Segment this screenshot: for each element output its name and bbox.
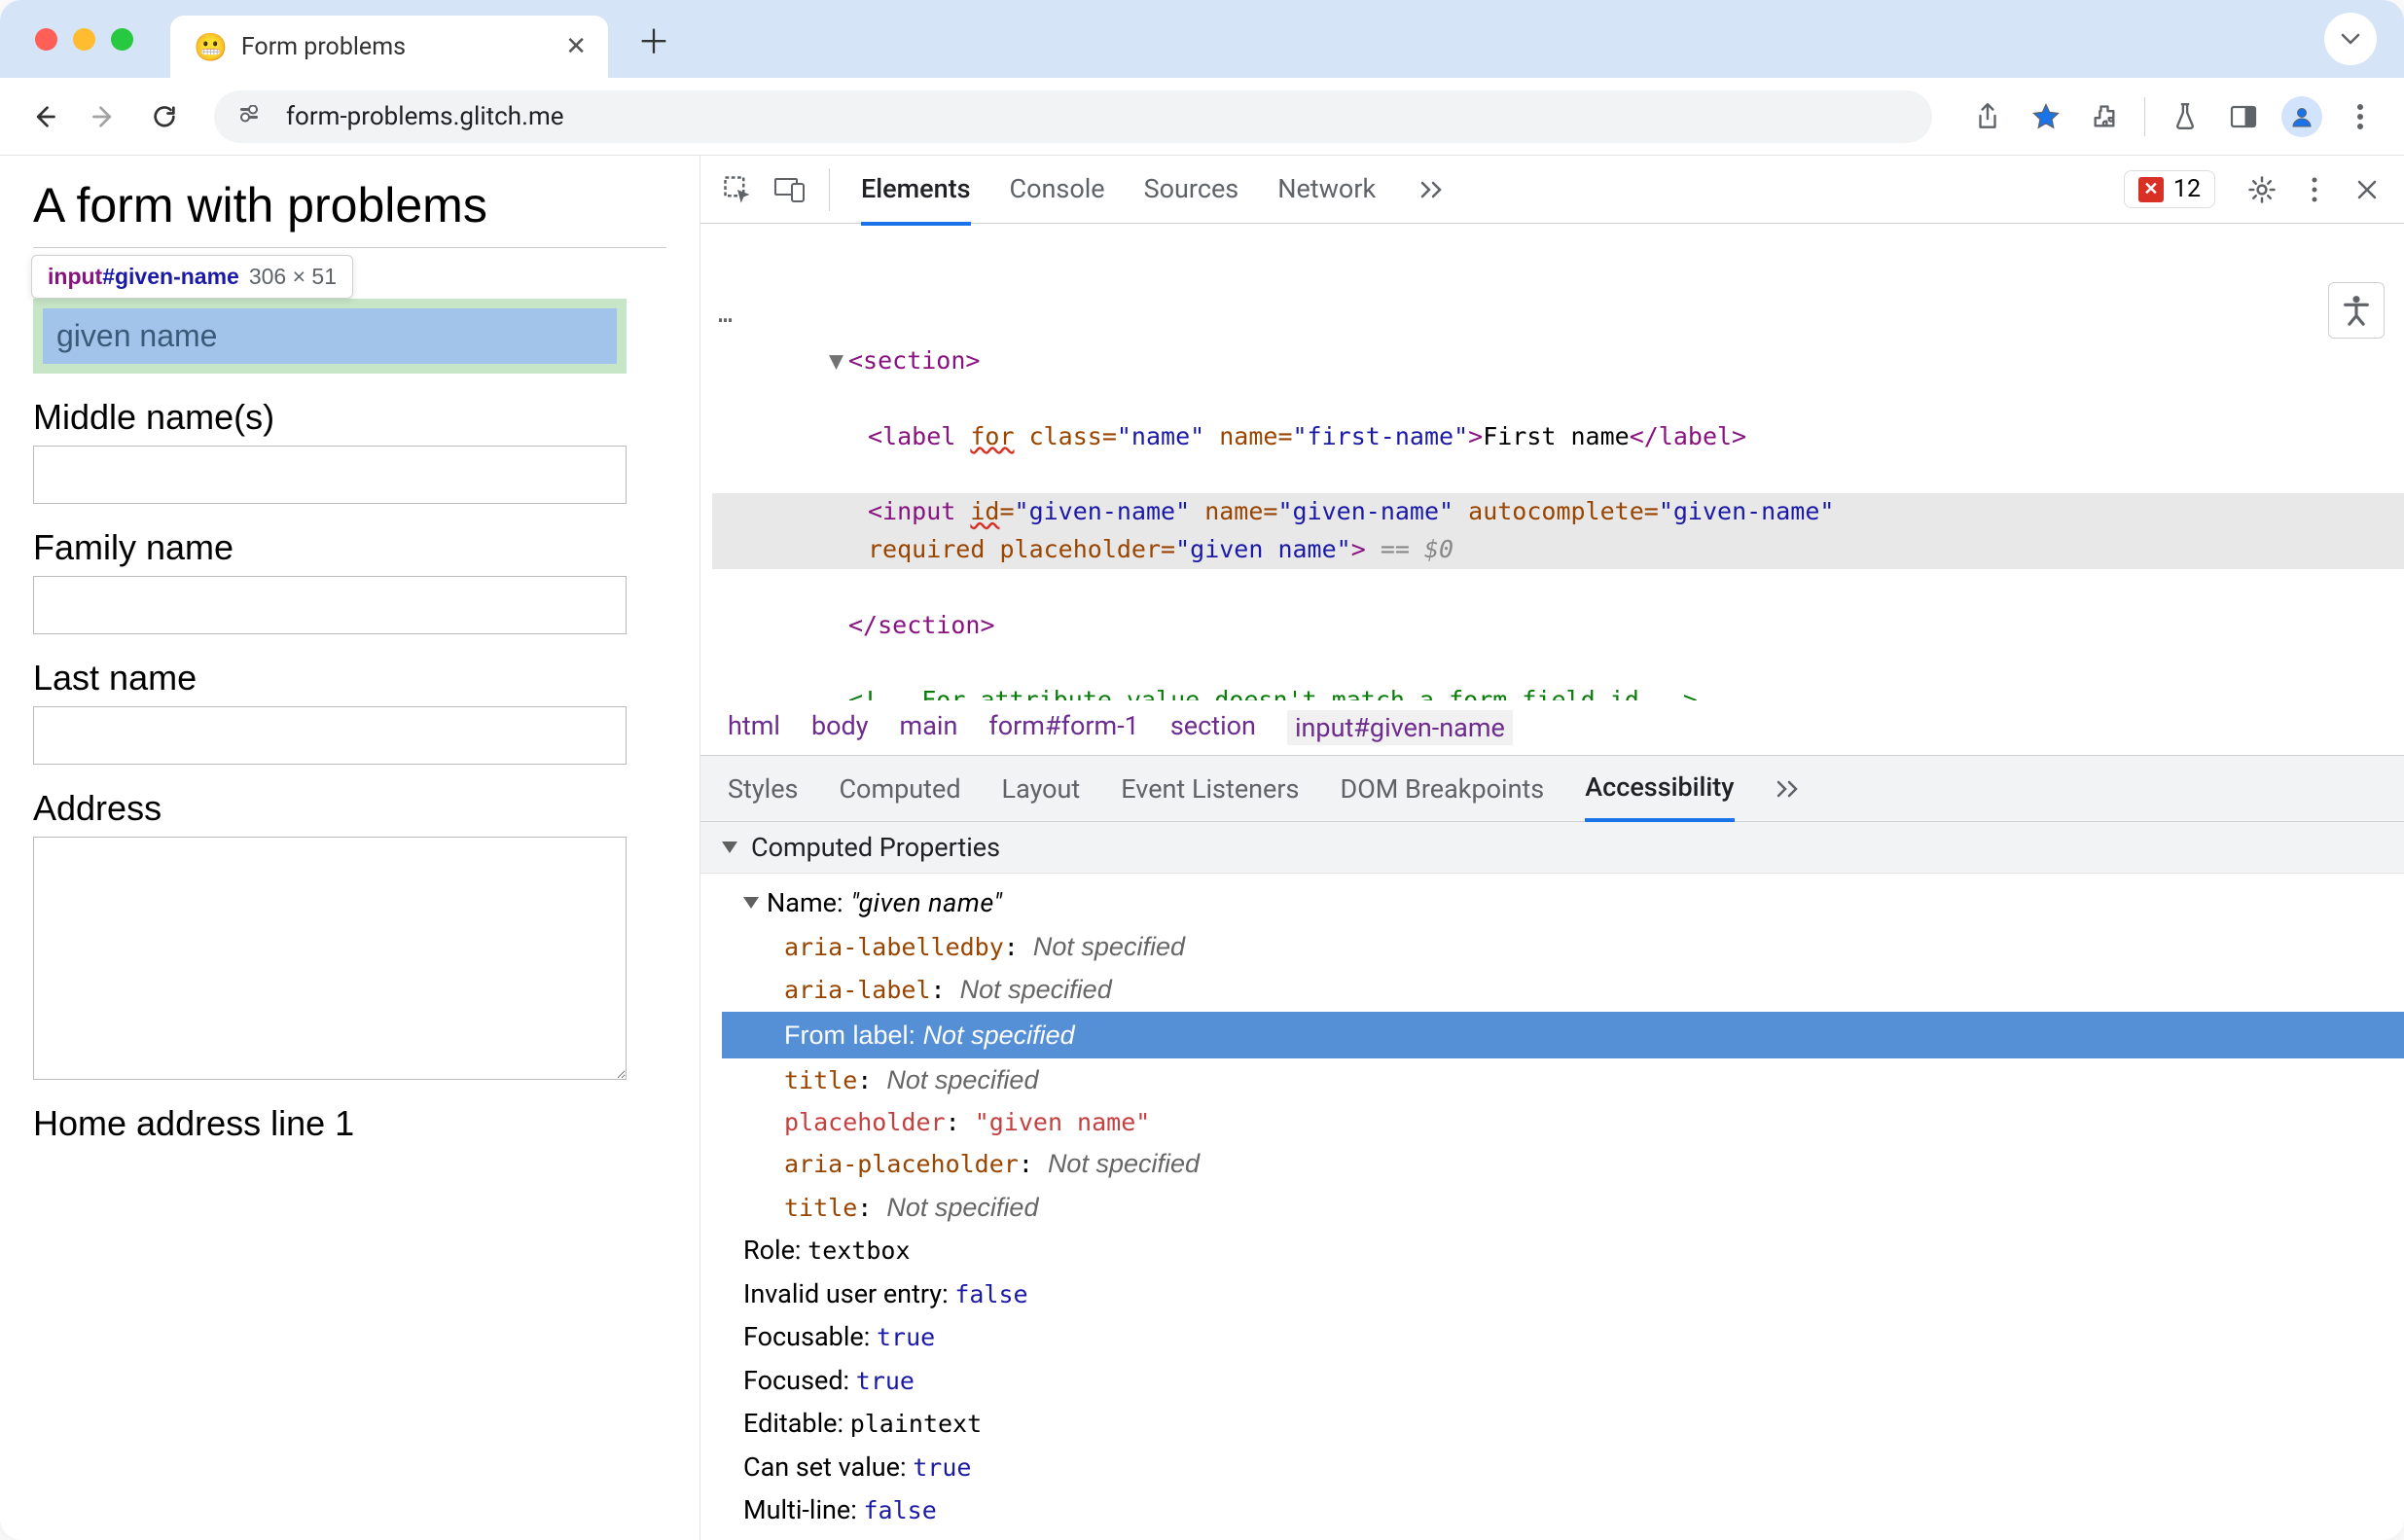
url-bar[interactable]: form-problems.glitch.me xyxy=(214,90,1932,143)
sidepanel-icon[interactable] xyxy=(2217,90,2270,143)
family-name-label: Family name xyxy=(33,527,666,568)
device-toggle-icon[interactable] xyxy=(767,166,813,213)
window-minimize[interactable] xyxy=(73,28,95,51)
url-text: form-problems.glitch.me xyxy=(286,102,564,131)
crumb-body[interactable]: body xyxy=(811,710,869,745)
devtools-subtabs: Styles Computed Layout Event Listeners D… xyxy=(700,756,2404,822)
dom-node[interactable]: </section> xyxy=(712,607,2404,645)
dom-tree[interactable]: ⋯ ▼<section> <label for class="name" nam… xyxy=(700,224,2404,700)
address-textarea[interactable] xyxy=(33,837,627,1080)
last-name-label: Last name xyxy=(33,658,666,698)
crumb-html[interactable]: html xyxy=(728,710,780,745)
crumb-input[interactable]: input#given-name xyxy=(1287,710,1513,745)
inspect-tooltip: input#given-name 306 × 51 xyxy=(31,255,353,299)
tab-close-icon[interactable]: ✕ xyxy=(565,32,587,61)
prop-aria-label[interactable]: aria-label: Not specified xyxy=(722,968,2404,1012)
dom-node[interactable]: <label for class="name" name="first-name… xyxy=(712,418,2404,456)
window-close[interactable] xyxy=(35,28,57,51)
tab-console[interactable]: Console xyxy=(1010,156,1105,224)
prop-focusable[interactable]: Focusable: true xyxy=(722,1315,2404,1359)
prop-aria-labelledby[interactable]: aria-labelledby: Not specified xyxy=(722,925,2404,969)
menu-kebab-icon[interactable] xyxy=(2334,90,2386,143)
subtab-layout[interactable]: Layout xyxy=(1002,758,1081,820)
tab-title: Form problems xyxy=(241,33,552,61)
bookmark-star-icon[interactable] xyxy=(2020,90,2072,143)
tab-elements[interactable]: Elements xyxy=(861,156,971,226)
prop-name[interactable]: Name: "given name" xyxy=(722,881,2404,925)
page-title: A form with problems xyxy=(33,177,666,248)
dom-comment[interactable]: <!-- For attribute value doesn't match a… xyxy=(712,682,2404,700)
prop-focused[interactable]: Focused: true xyxy=(722,1359,2404,1403)
tabs-overflow-icon[interactable] xyxy=(1411,166,1457,213)
crumb-form[interactable]: form#form-1 xyxy=(988,710,1139,745)
subtab-listeners[interactable]: Event Listeners xyxy=(1121,758,1299,820)
subtab-dom-breakpoints[interactable]: DOM Breakpoints xyxy=(1340,758,1544,820)
tab-overflow-button[interactable] xyxy=(2324,13,2377,65)
expand-icon xyxy=(722,842,737,853)
subtabs-overflow-icon[interactable] xyxy=(1776,779,1805,799)
subtab-computed[interactable]: Computed xyxy=(839,758,960,820)
family-name-input[interactable] xyxy=(33,576,627,634)
prop-editable[interactable]: Editable: plaintext xyxy=(722,1402,2404,1446)
new-tab-button[interactable]: ＋ xyxy=(628,13,680,65)
subtab-accessibility[interactable]: Accessibility xyxy=(1585,756,1734,822)
prop-title-2[interactable]: title: Not specified xyxy=(722,1186,2404,1230)
prop-invalid[interactable]: Invalid user entry: false xyxy=(722,1272,2404,1316)
traffic-lights xyxy=(35,28,133,51)
labs-icon[interactable] xyxy=(2159,90,2211,143)
crumb-section[interactable]: section xyxy=(1170,710,1256,745)
browser-tab[interactable]: 😬 Form problems ✕ xyxy=(170,16,608,78)
tab-network[interactable]: Network xyxy=(1277,156,1376,224)
prop-cansetvalue[interactable]: Can set value: true xyxy=(722,1446,2404,1489)
profile-button[interactable] xyxy=(2276,90,2328,143)
home-address-1-label: Home address line 1 xyxy=(33,1103,666,1144)
dom-node[interactable]: ▼<section> xyxy=(712,342,2404,380)
devtools-close-icon[interactable] xyxy=(2344,166,2390,213)
error-count: 12 xyxy=(2173,175,2201,203)
devtools-toolbar: Elements Console Sources Network ✕ 12 xyxy=(700,156,2404,224)
back-button[interactable] xyxy=(18,90,70,143)
prop-multiline[interactable]: Multi-line: false xyxy=(722,1488,2404,1532)
settings-gear-icon[interactable] xyxy=(2239,166,2285,213)
error-count-badge[interactable]: ✕ 12 xyxy=(2124,170,2215,208)
middle-name-label: Middle name(s) xyxy=(33,397,666,438)
page-content: A form with problems input#given-name 30… xyxy=(0,156,700,1540)
subtab-styles[interactable]: Styles xyxy=(728,758,798,820)
prop-title[interactable]: title: Not specified xyxy=(722,1058,2404,1102)
accessibility-toggle-icon[interactable] xyxy=(2328,282,2385,339)
prop-placeholder[interactable]: placeholder: "given name" xyxy=(722,1102,2404,1142)
middle-name-input[interactable] xyxy=(33,446,627,504)
devtools-panel: Elements Console Sources Network ✕ 12 xyxy=(700,156,2404,1540)
share-icon[interactable] xyxy=(1961,90,2014,143)
tab-favicon: 😬 xyxy=(194,31,228,63)
given-name-input[interactable]: given name xyxy=(43,308,617,364)
browser-toolbar: form-problems.glitch.me xyxy=(0,78,2404,156)
tab-strip: 😬 Form problems ✕ ＋ xyxy=(0,0,2404,78)
site-settings-icon[interactable] xyxy=(239,105,269,128)
reload-button[interactable] xyxy=(138,90,191,143)
tab-sources[interactable]: Sources xyxy=(1144,156,1239,224)
inspected-input-highlight: given name xyxy=(33,299,627,374)
prop-aria-placeholder[interactable]: aria-placeholder: Not specified xyxy=(722,1142,2404,1186)
collapsed-ellipsis-icon[interactable]: ⋯ xyxy=(718,302,735,340)
address-label: Address xyxy=(33,788,666,829)
last-name-input[interactable] xyxy=(33,706,627,765)
crumb-main[interactable]: main xyxy=(900,710,958,745)
prop-role[interactable]: Role: textbox xyxy=(722,1229,2404,1272)
computed-properties-body: Name: "given name" aria-labelledby: Not … xyxy=(700,874,2404,1540)
extensions-icon[interactable] xyxy=(2078,90,2131,143)
inspect-element-icon[interactable] xyxy=(714,166,761,213)
prop-from-label-selected[interactable]: From label: Not specified xyxy=(722,1012,2404,1059)
devtools-menu-icon[interactable] xyxy=(2291,166,2338,213)
dom-breadcrumb: html body main form#form-1 section input… xyxy=(700,700,2404,756)
forward-button[interactable] xyxy=(78,90,130,143)
window-zoom[interactable] xyxy=(111,28,133,51)
error-icon: ✕ xyxy=(2138,177,2164,202)
dom-node-selected[interactable]: <input id="given-name" name="given-name"… xyxy=(712,493,2404,569)
section-computed-properties[interactable]: Computed Properties xyxy=(700,822,2404,874)
